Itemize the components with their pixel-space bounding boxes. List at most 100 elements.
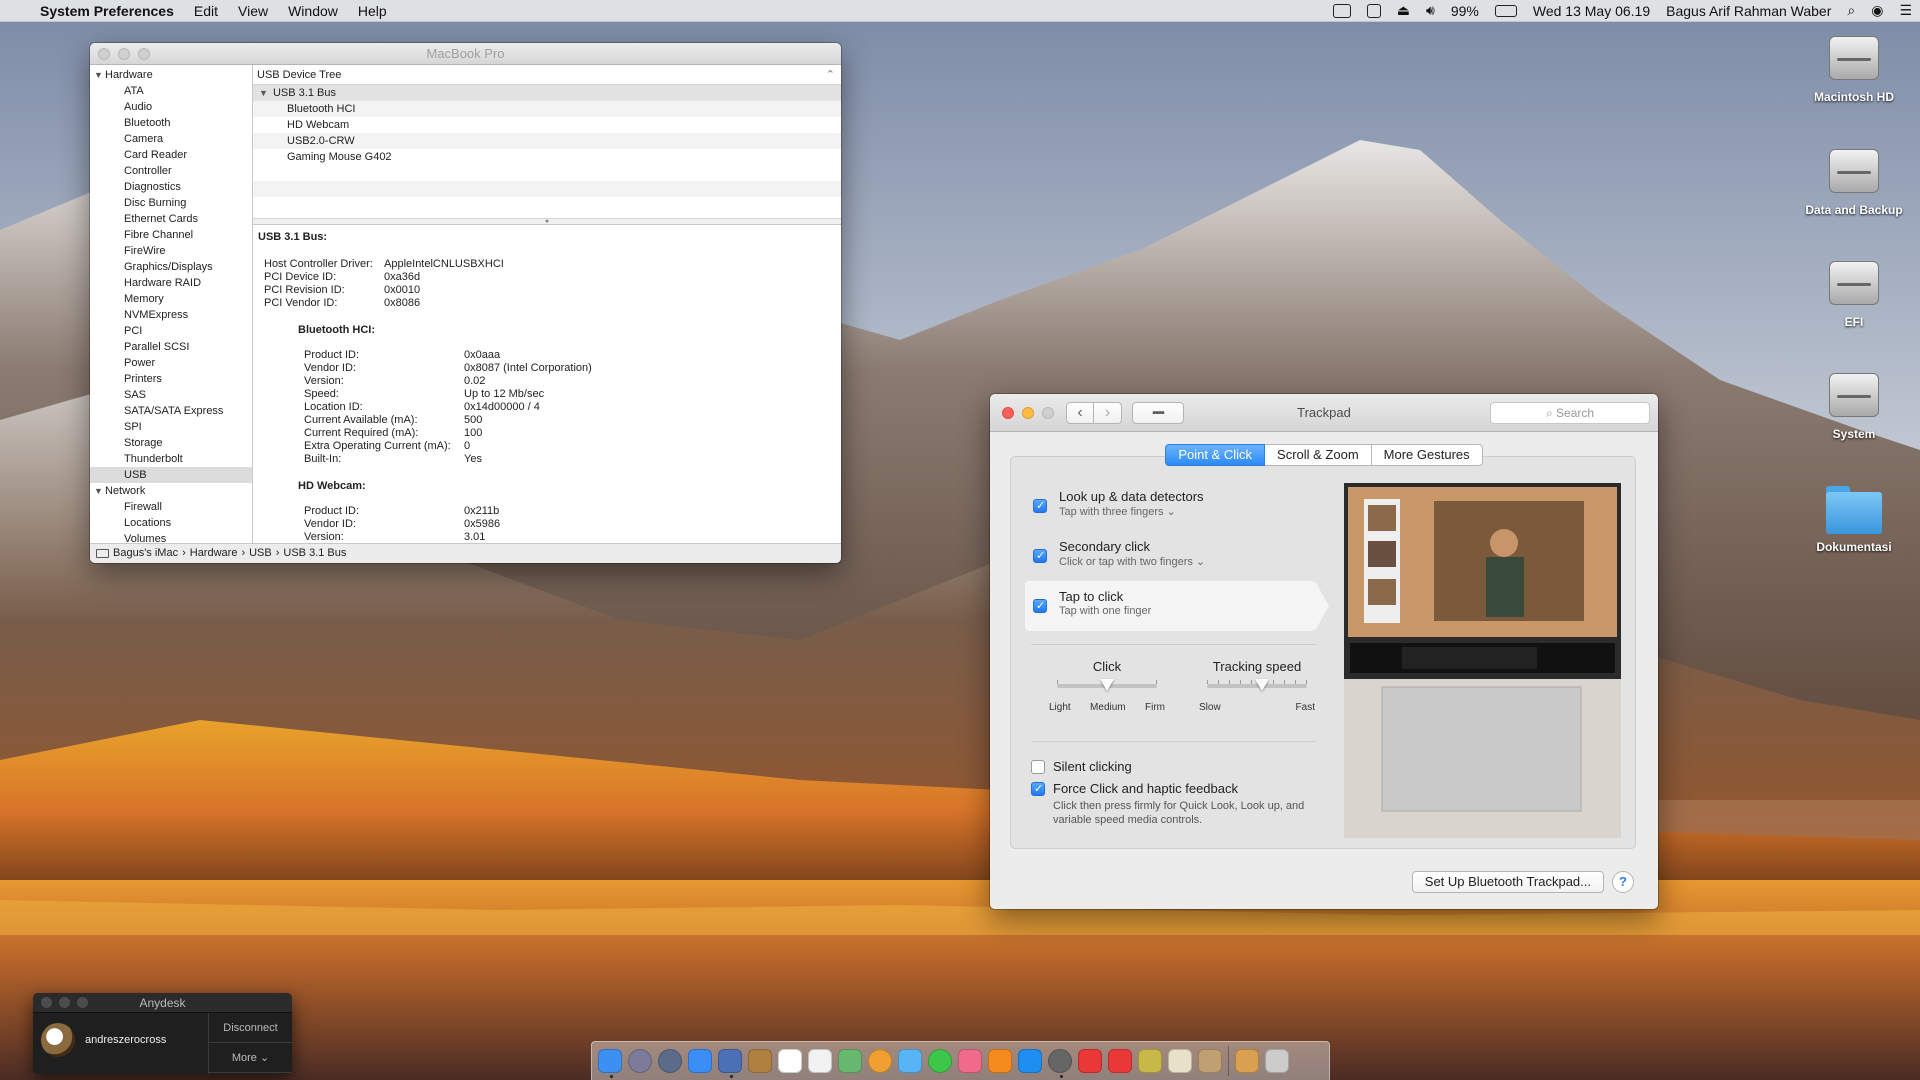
minimize-button[interactable] xyxy=(1022,407,1034,419)
volume-icon[interactable]: 🔊︎ xyxy=(1418,2,1443,19)
close-button[interactable] xyxy=(41,997,52,1008)
split-view-grip-icon[interactable]: ● xyxy=(253,218,841,224)
option-secondary-click[interactable]: Secondary click Click or tap with two fi… xyxy=(1025,531,1315,581)
sidebar-category-network[interactable]: ▼ Network xyxy=(90,483,252,499)
menu-view[interactable]: View xyxy=(228,3,278,19)
desktop-icon-system[interactable]: System xyxy=(1799,367,1909,441)
dock-app-icon[interactable] xyxy=(1078,1049,1102,1073)
dock-app-icon[interactable] xyxy=(628,1049,652,1073)
sidebar-item-card-reader[interactable]: Card Reader xyxy=(90,147,252,163)
clock[interactable]: Wed 13 May 06.19 xyxy=(1525,3,1658,19)
dock-app-icon[interactable] xyxy=(928,1049,952,1073)
tab-scroll-zoom[interactable]: Scroll & Zoom xyxy=(1265,444,1372,466)
sidebar-item-fibre-channel[interactable]: Fibre Channel xyxy=(90,227,252,243)
sidebar-item-graphics-displays[interactable]: Graphics/Displays xyxy=(90,259,252,275)
sidebar-item-sata-sata-express[interactable]: SATA/SATA Express xyxy=(90,403,252,419)
dock-app-icon[interactable] xyxy=(988,1049,1012,1073)
menu-list-icon[interactable]: ☰ xyxy=(1891,2,1920,19)
zoom-button[interactable] xyxy=(1042,407,1054,419)
tree-row-device[interactable]: Bluetooth HCI xyxy=(253,101,841,117)
show-all-grid-icon[interactable]: ▪▪▪▪ xyxy=(1132,402,1184,424)
close-button[interactable] xyxy=(1002,407,1014,419)
sidebar-item-hardware-raid[interactable]: Hardware RAID xyxy=(90,275,252,291)
lookup-checkbox[interactable] xyxy=(1033,499,1047,513)
sidebar-item-locations[interactable]: Locations xyxy=(90,515,252,531)
option-force-click[interactable]: Force Click and haptic feedback Click th… xyxy=(1031,781,1351,827)
menu-edit[interactable]: Edit xyxy=(184,3,228,19)
sidebar-item-parallel-scsi[interactable]: Parallel SCSI xyxy=(90,339,252,355)
option-gesture-dropdown[interactable]: Tap with three fingers ⌄ xyxy=(1059,505,1176,518)
window-titlebar[interactable]: Anydesk xyxy=(33,993,292,1013)
dock-app-icon[interactable] xyxy=(958,1049,982,1073)
search-input[interactable]: ⌕ Search xyxy=(1490,402,1650,424)
sidebar-item-nvmexpress[interactable]: NVMExpress xyxy=(90,307,252,323)
sidebar-item-usb[interactable]: USB xyxy=(90,467,252,483)
eject-icon[interactable]: ⏏ xyxy=(1389,2,1418,19)
slider-thumb[interactable] xyxy=(1100,679,1114,691)
option-lookup[interactable]: Look up & data detectors Tap with three … xyxy=(1025,481,1315,531)
tree-row-device[interactable]: Gaming Mouse G402 xyxy=(253,149,841,165)
dock-app-icon[interactable] xyxy=(1108,1049,1132,1073)
dock-app-icon[interactable] xyxy=(1018,1049,1042,1073)
user-name[interactable]: Bagus Arif Rahman Waber xyxy=(1658,3,1839,19)
sort-chevron-icon[interactable]: ⌃ xyxy=(826,65,835,85)
option-tap-to-click[interactable]: Tap to click Tap with one finger xyxy=(1025,581,1329,631)
minimize-button[interactable] xyxy=(118,48,130,60)
slider-thumb[interactable] xyxy=(1255,679,1269,691)
desktop-icon-data-and-backup[interactable]: Data and Backup xyxy=(1799,143,1909,217)
sidebar-item-audio[interactable]: Audio xyxy=(90,99,252,115)
dock-app-icon[interactable] xyxy=(808,1049,832,1073)
option-silent-clicking[interactable]: Silent clicking xyxy=(1031,759,1331,774)
activity-icon[interactable] xyxy=(1359,3,1389,18)
menu-window[interactable]: Window xyxy=(278,3,348,19)
disclosure-triangle-icon[interactable]: ▼ xyxy=(94,484,105,498)
sidebar-item-memory[interactable]: Memory xyxy=(90,291,252,307)
tab-more-gestures[interactable]: More Gestures xyxy=(1371,444,1483,466)
dock-app-icon[interactable] xyxy=(868,1049,892,1073)
more-button[interactable]: More ⌄ xyxy=(209,1043,292,1073)
close-button[interactable] xyxy=(98,48,110,60)
tree-row-bus[interactable]: ▼ USB 3.1 Bus xyxy=(253,85,841,101)
tree-column-header[interactable]: USB Device Tree ⌃ xyxy=(253,65,841,85)
tab-point-click[interactable]: Point & Click xyxy=(1165,444,1266,466)
battery-percent[interactable]: 99% xyxy=(1443,3,1487,19)
sidebar-item-printers[interactable]: Printers xyxy=(90,371,252,387)
sidebar-item-controller[interactable]: Controller xyxy=(90,163,252,179)
sidebar-item-diagnostics[interactable]: Diagnostics xyxy=(90,179,252,195)
dock-app-icon[interactable] xyxy=(898,1049,922,1073)
dock-app-icon[interactable] xyxy=(1265,1049,1289,1073)
tap-to-click-checkbox[interactable] xyxy=(1033,599,1047,613)
dock-app-icon[interactable] xyxy=(1198,1049,1222,1073)
zoom-button[interactable] xyxy=(138,48,150,60)
path-item[interactable]: Bagus's iMac xyxy=(113,544,178,563)
window-titlebar[interactable]: ‹ › ▪▪▪▪ Trackpad ⌕ Search xyxy=(990,394,1658,432)
screen-mirroring-icon[interactable] xyxy=(1325,3,1359,18)
sidebar-item-thunderbolt[interactable]: Thunderbolt xyxy=(90,451,252,467)
dock-app-icon[interactable] xyxy=(1168,1049,1192,1073)
force-click-checkbox[interactable] xyxy=(1031,782,1045,796)
path-item[interactable]: USB 3.1 Bus xyxy=(283,544,346,563)
tree-row-device[interactable]: HD Webcam xyxy=(253,117,841,133)
tree-row-device[interactable]: USB2.0-CRW xyxy=(253,133,841,149)
help-button[interactable]: ? xyxy=(1612,871,1634,893)
dock-app-icon[interactable] xyxy=(748,1049,772,1073)
sidebar-item-storage[interactable]: Storage xyxy=(90,435,252,451)
tracking-speed-slider[interactable] xyxy=(1207,679,1307,691)
menu-app-name[interactable]: System Preferences xyxy=(30,3,184,19)
menu-help[interactable]: Help xyxy=(348,3,397,19)
sidebar-item-firewire[interactable]: FireWire xyxy=(90,243,252,259)
battery-icon[interactable] xyxy=(1487,4,1525,17)
sidebar-item-disc-burning[interactable]: Disc Burning xyxy=(90,195,252,211)
path-item[interactable]: USB xyxy=(249,544,272,563)
dock-app-icon[interactable] xyxy=(838,1049,862,1073)
sidebar-item-power[interactable]: Power xyxy=(90,355,252,371)
dock-app-icon[interactable] xyxy=(658,1049,682,1073)
desktop-icon-efi[interactable]: EFI xyxy=(1799,255,1909,329)
sidebar-item-sas[interactable]: SAS xyxy=(90,387,252,403)
disconnect-button[interactable]: Disconnect xyxy=(209,1013,292,1043)
minimize-button[interactable] xyxy=(59,997,70,1008)
dock-app-icon[interactable] xyxy=(1138,1049,1162,1073)
click-slider[interactable] xyxy=(1057,679,1157,691)
sidebar-item-pci[interactable]: PCI xyxy=(90,323,252,339)
disclosure-triangle-icon[interactable]: ▼ xyxy=(259,88,268,98)
